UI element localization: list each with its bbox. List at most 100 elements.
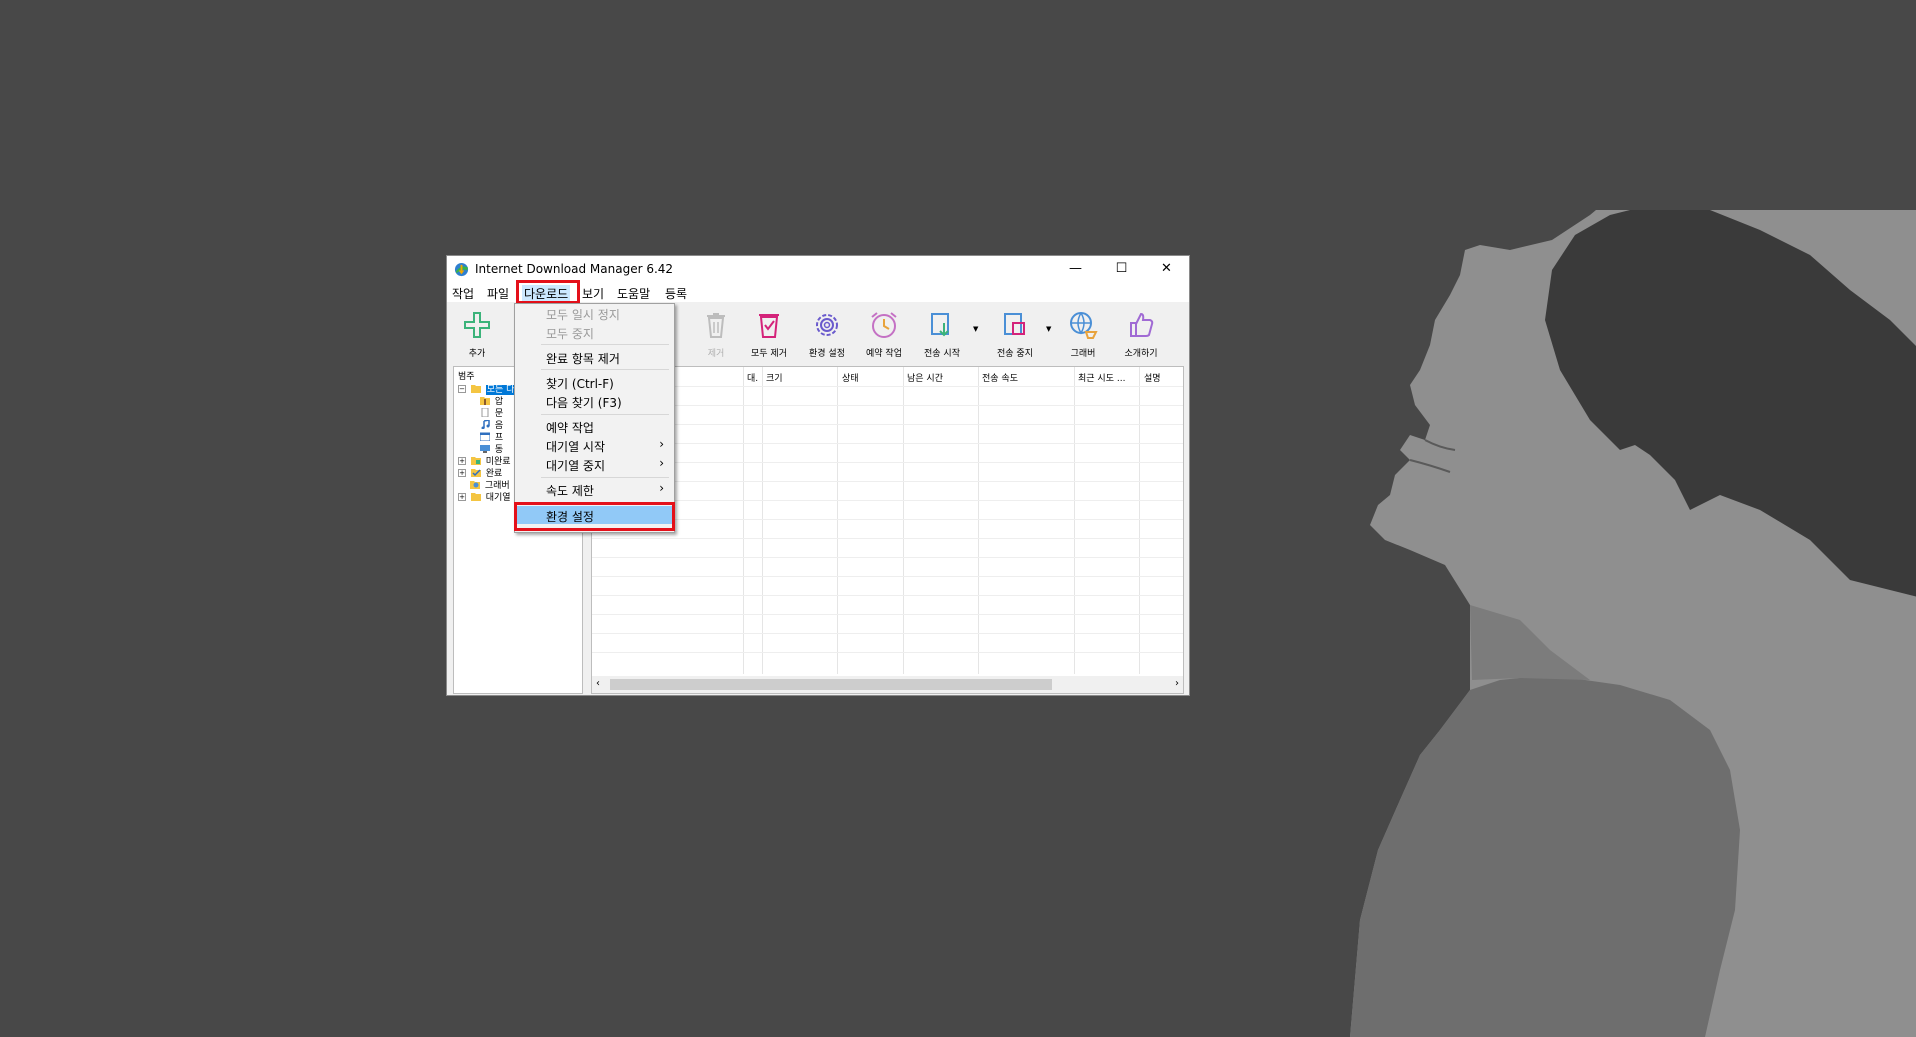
trash-icon: [707, 313, 725, 338]
menu-file[interactable]: 파일: [487, 285, 509, 302]
submenu-arrow: ›: [659, 456, 664, 470]
grid-row-line: [592, 386, 1183, 387]
checked-folder-icon: [470, 469, 481, 477]
alarm-clock-icon: [871, 312, 897, 338]
download-dropdown-menu: 모두 일시 정지 모두 중지 완료 항목 제거 찾기 (Ctrl-F) 다음 찾…: [514, 303, 675, 533]
grid-row-line: [592, 652, 1183, 653]
download-list[interactable]: 대. 크기 상태 남은 시간 전송 속도 최근 시도 ... 설명 ‹ ›: [591, 366, 1184, 694]
menu-task[interactable]: 작업: [452, 285, 474, 302]
column-divider: [978, 367, 979, 674]
zip-folder-icon: [480, 397, 490, 405]
grid-row-line: [592, 481, 1183, 482]
close-button[interactable]: ✕: [1144, 256, 1189, 282]
remove-all-label: 모두 제거: [751, 349, 787, 359]
menu-separator: [541, 369, 669, 370]
video-monitor-icon: [480, 445, 490, 453]
horizontal-scrollbar[interactable]: ‹ ›: [592, 676, 1183, 693]
grid-row-line: [592, 557, 1183, 558]
menu-start-queue[interactable]: 대기열 시작 ›: [517, 436, 672, 454]
remove-all-icon: [759, 314, 779, 338]
grabber-button[interactable]: 그래버: [1053, 306, 1113, 364]
grabber-folder-icon: [470, 481, 480, 489]
settings-button[interactable]: 환경 설정: [797, 306, 857, 364]
grid-row-line: [592, 443, 1183, 444]
folder-open-icon: [470, 385, 481, 393]
menu-scheduler[interactable]: 예약 작업: [517, 417, 672, 435]
grabber-label: 그래버: [1070, 349, 1096, 359]
add-icon: [464, 312, 490, 338]
program-window-icon: [480, 432, 490, 441]
column-divider: [743, 367, 744, 674]
expand-toggle[interactable]: +: [458, 456, 466, 465]
menu-find-next[interactable]: 다음 찾기 (F3): [517, 392, 672, 410]
menu-speed-limiter[interactable]: 속도 제한 ›: [517, 480, 672, 498]
collapse-toggle[interactable]: −: [458, 384, 466, 393]
column-header-description[interactable]: 설명: [1144, 371, 1161, 384]
menu-register[interactable]: 등록: [665, 285, 687, 302]
column-divider: [1139, 367, 1140, 674]
column-header-time-left[interactable]: 남은 시간: [907, 371, 943, 384]
menu-options-highlight-box: [514, 502, 675, 531]
start-queue-button[interactable]: 전송 시작: [912, 306, 972, 364]
expand-toggle[interactable]: +: [458, 468, 466, 477]
grid-row-line: [592, 405, 1183, 406]
queue-stop-icon: [1004, 313, 1025, 335]
recommend-button[interactable]: 소개하기: [1111, 306, 1171, 364]
column-divider: [903, 367, 904, 674]
menu-pause-all[interactable]: 모두 일시 정지: [517, 304, 672, 322]
menu-stop-all[interactable]: 모두 중지: [517, 323, 672, 341]
column-header-status[interactable]: 상태: [842, 371, 859, 384]
tree-item-queues[interactable]: + 대기열: [458, 490, 511, 503]
gear-icon: [816, 314, 838, 336]
column-divider: [762, 367, 763, 674]
document-icon: [481, 408, 489, 417]
menu-view[interactable]: 보기: [582, 285, 604, 302]
grid-row-line: [592, 576, 1183, 577]
menu-help[interactable]: 도움말: [617, 285, 650, 302]
remove-button[interactable]: 제거: [686, 306, 746, 364]
maximize-button[interactable]: ☐: [1099, 256, 1144, 282]
scroll-thumb[interactable]: [610, 679, 1052, 690]
queue-folder-icon: [470, 493, 481, 501]
window-title: Internet Download Manager 6.42: [475, 262, 674, 276]
music-note-icon: [481, 420, 490, 429]
start-queue-dropdown-arrow[interactable]: ▼: [973, 325, 978, 333]
folder-icon: [470, 457, 481, 465]
column-header-transfer-rate[interactable]: 전송 속도: [982, 371, 1018, 384]
scheduler-button[interactable]: 예약 작업: [854, 306, 914, 364]
grid-row-line: [592, 614, 1183, 615]
column-header-size[interactable]: 크기: [766, 371, 783, 384]
minimize-button[interactable]: —: [1053, 256, 1098, 282]
column-header-last-try[interactable]: 최근 시도 ...: [1078, 371, 1125, 384]
remove-all-button[interactable]: 모두 제거: [739, 306, 799, 364]
stop-queue-button[interactable]: 전송 중지: [985, 306, 1045, 364]
idm-app-icon: [454, 262, 469, 277]
recommend-label: 소개하기: [1124, 349, 1158, 359]
start-queue-label: 전송 시작: [924, 349, 960, 359]
thumbs-up-icon: [1130, 312, 1154, 337]
stop-queue-dropdown-arrow[interactable]: ▼: [1046, 325, 1051, 333]
submenu-arrow: ›: [659, 481, 664, 495]
column-header-q[interactable]: 대.: [747, 371, 758, 384]
menu-stop-queue[interactable]: 대기열 중지 ›: [517, 455, 672, 473]
grid-row-line: [592, 595, 1183, 596]
stop-queue-label: 전송 중지: [997, 349, 1033, 359]
grid-row-line: [592, 424, 1183, 425]
menu-separator: [541, 477, 669, 478]
menu-separator: [541, 414, 669, 415]
menu-remove-finished[interactable]: 완료 항목 제거: [517, 348, 672, 366]
grid-row-line: [592, 633, 1183, 634]
title-bar[interactable]: Internet Download Manager 6.42 — ☐ ✕: [447, 256, 1189, 282]
grid-row-line: [592, 538, 1183, 539]
queue-start-icon: [931, 313, 949, 337]
column-divider: [837, 367, 838, 674]
scroll-left-arrow[interactable]: ‹: [596, 678, 600, 689]
add-label: 추가: [468, 349, 486, 359]
menu-find[interactable]: 찾기 (Ctrl-F): [517, 373, 672, 391]
scroll-right-arrow[interactable]: ›: [1175, 678, 1179, 689]
expand-toggle[interactable]: +: [458, 492, 466, 501]
grid-row-line: [592, 462, 1183, 463]
menu-separator: [541, 344, 669, 345]
add-button[interactable]: 추가: [447, 306, 507, 364]
remove-label: 제거: [707, 349, 725, 359]
